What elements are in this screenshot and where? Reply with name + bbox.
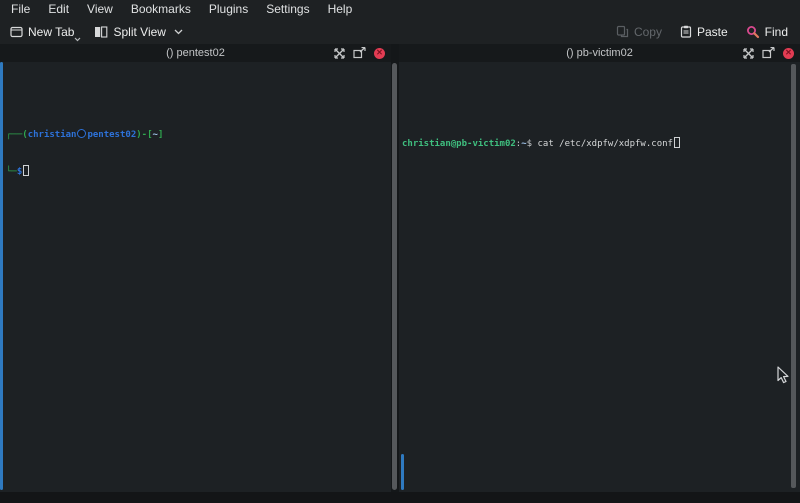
pane-title-pb-victim02: () pb-victim02	[399, 47, 800, 59]
toolbar: New Tab Split View	[0, 19, 800, 44]
new-tab-menu-caret[interactable]	[74, 37, 81, 42]
prompt-line-2: └─$	[6, 165, 391, 178]
menu-help[interactable]: Help	[319, 0, 362, 19]
paste-icon	[680, 25, 692, 38]
close-view-button[interactable]: ✕	[783, 48, 794, 59]
maximize-view-icon[interactable]	[743, 48, 754, 59]
maximize-view-icon[interactable]	[334, 48, 345, 59]
pane-title-pentest02: () pentest02	[0, 47, 391, 59]
split-view-button[interactable]: Split View	[90, 23, 186, 41]
close-view-button[interactable]: ✕	[374, 48, 385, 59]
detach-view-icon[interactable]	[762, 47, 775, 59]
split-view-icon	[94, 26, 108, 38]
menu-file[interactable]: File	[2, 0, 39, 19]
menu-view[interactable]: View	[78, 0, 122, 19]
paste-button[interactable]: Paste	[676, 23, 732, 41]
prompt-line-1: ┌──(christianpentest02)-[~]	[6, 129, 391, 141]
menu-settings[interactable]: Settings	[257, 0, 318, 19]
split-container: () pentest02 ✕	[0, 44, 800, 492]
pane-pb-victim02: () pb-victim02 ✕	[399, 44, 800, 492]
find-label: Find	[765, 25, 788, 39]
menu-plugins[interactable]: Plugins	[200, 0, 257, 19]
paste-label: Paste	[697, 25, 728, 39]
menu-edit[interactable]: Edit	[39, 0, 78, 19]
pane-header-pentest02[interactable]: () pentest02 ✕	[0, 44, 391, 62]
new-tab-icon	[10, 26, 23, 38]
kali-at-icon	[77, 129, 86, 138]
scrollbar-right-pane-thumb[interactable]	[401, 454, 404, 490]
split-view-chevron-icon[interactable]	[174, 29, 183, 35]
command-line: christian@pb-victim02:~$ cat /etc/xdpfw/…	[402, 137, 800, 150]
split-divider-handle[interactable]	[392, 63, 397, 490]
scrollbar-left-pane[interactable]	[0, 62, 3, 490]
new-tab-button[interactable]: New Tab	[6, 23, 78, 41]
split-divider[interactable]	[391, 44, 399, 492]
find-icon	[746, 25, 760, 39]
pane-pentest02: () pentest02 ✕	[0, 44, 391, 492]
cursor-block	[674, 137, 680, 148]
pane-header-pb-victim02[interactable]: () pb-victim02 ✕	[399, 44, 800, 62]
menu-bookmarks[interactable]: Bookmarks	[122, 0, 200, 19]
terminal-pb-victim02[interactable]: christian@pb-victim02:~$ cat /etc/xdpfw/…	[399, 62, 800, 492]
new-tab-label: New Tab	[28, 25, 74, 39]
konsole-window: File Edit View Bookmarks Plugins Setting…	[0, 0, 800, 503]
detach-view-icon[interactable]	[353, 47, 366, 59]
split-view-label: Split View	[113, 25, 165, 39]
find-button[interactable]: Find	[742, 23, 792, 41]
cursor-block	[23, 165, 29, 176]
copy-button[interactable]: Copy	[612, 23, 666, 41]
copy-icon	[616, 25, 629, 38]
window-bottom-edge	[0, 492, 800, 503]
scrollbar-right-edge[interactable]	[791, 64, 796, 488]
terminal-pentest02[interactable]: ┌──(christianpentest02)-[~] └─$	[0, 62, 391, 492]
menu-bar: File Edit View Bookmarks Plugins Setting…	[0, 0, 800, 19]
copy-label: Copy	[634, 25, 662, 39]
